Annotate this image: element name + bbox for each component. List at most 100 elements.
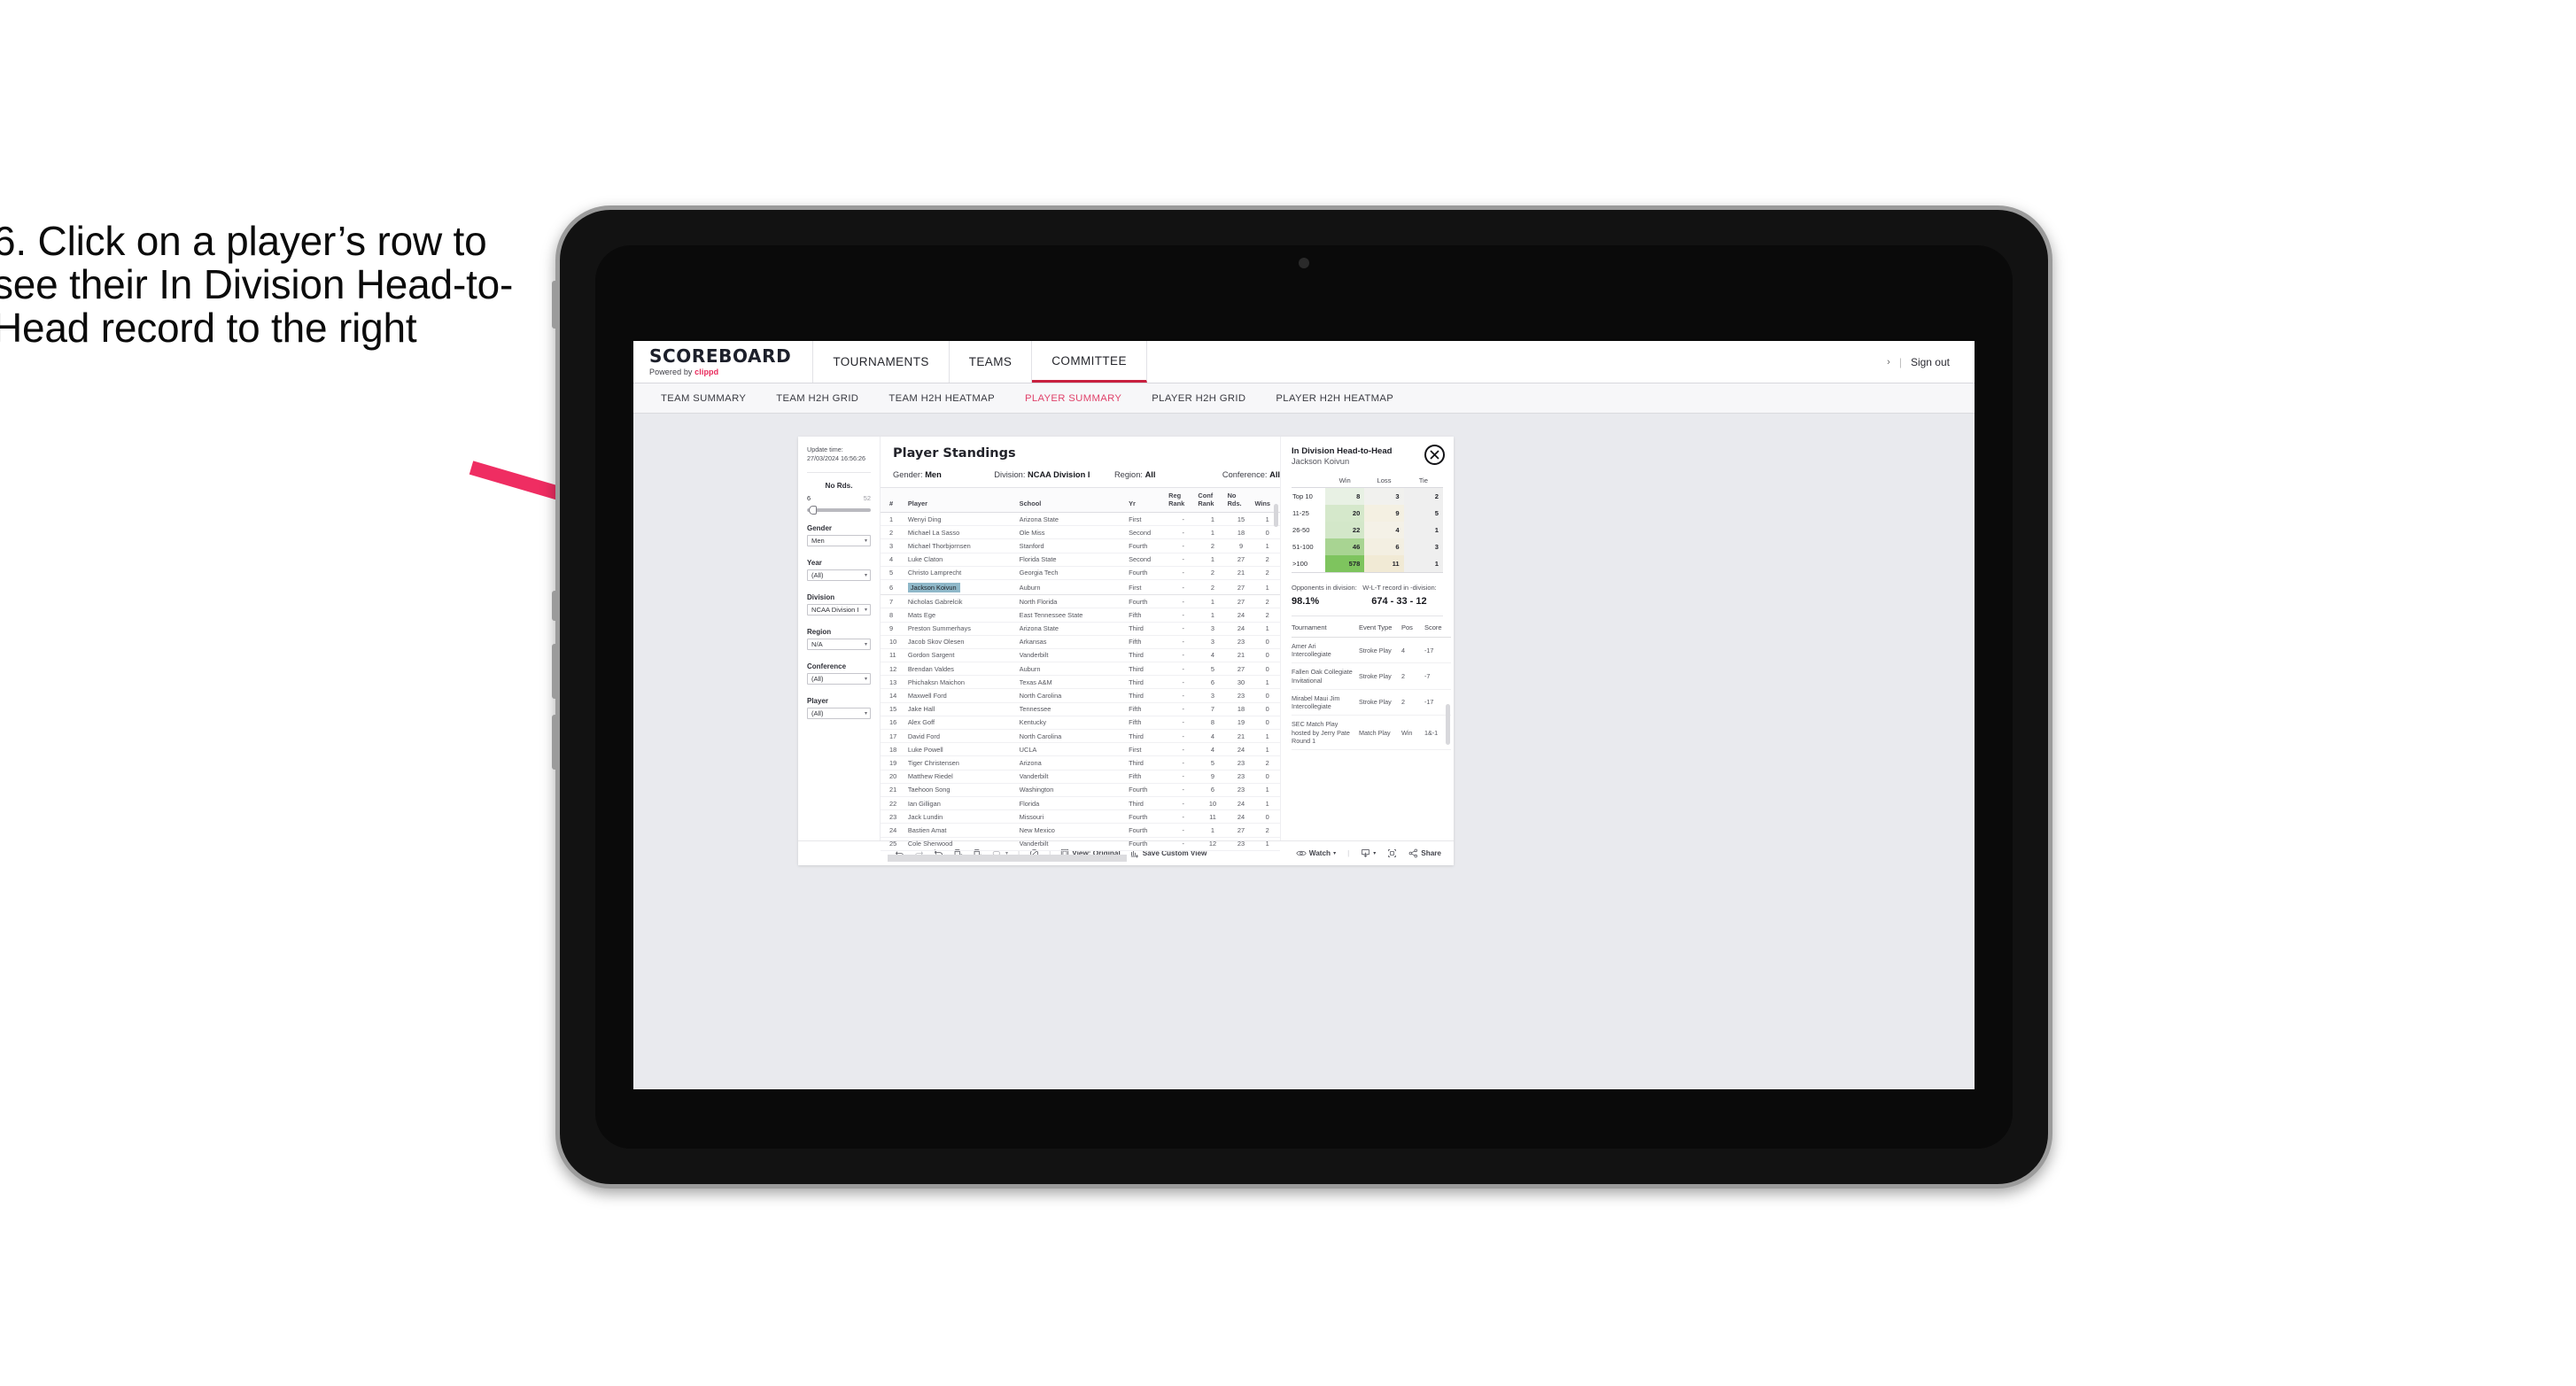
- stat-opponents-in-division: Opponents in division: 98.1%: [1292, 584, 1362, 607]
- table-row[interactable]: 13 Phichaksn Maichon Texas A&M Third -6 30 1: [881, 675, 1280, 690]
- table-row[interactable]: 23 Jack Lundin Missouri Fourth -11 24 0: [881, 809, 1280, 825]
- table-row[interactable]: 25 Cole Sherwood Vanderbilt Fourth -12 23 1: [881, 837, 1280, 851]
- table-row[interactable]: 6 Jackson Koivun Auburn First -2 27 1: [881, 579, 1280, 596]
- cell-conf-rank: 2: [1198, 579, 1228, 596]
- cell-rank: 23: [881, 809, 908, 825]
- table-row[interactable]: 4 Luke Claton Florida State Second -1 27 2: [881, 553, 1280, 567]
- tab-player-summary[interactable]: PLAYER SUMMARY: [1010, 393, 1137, 404]
- tcol-event-type[interactable]: Event Type: [1359, 618, 1401, 638]
- nav-tournaments[interactable]: TOURNAMENTS: [813, 341, 950, 383]
- tab-team-h2h-grid[interactable]: TEAM H2H GRID: [761, 393, 873, 404]
- tab-team-summary[interactable]: TEAM SUMMARY: [646, 393, 761, 404]
- cell-no-rds: 24: [1227, 809, 1255, 825]
- table-row[interactable]: 11 Gordon Sargent Vanderbilt Third -4 21 0: [881, 648, 1280, 663]
- tournament-row[interactable]: Fallen Oak Collegiate Invitational Stroke…: [1292, 662, 1451, 690]
- player-standings-table: # Player School Yr Reg Rank Conf Rank No…: [881, 488, 1280, 851]
- tcol-tournament[interactable]: Tournament: [1292, 618, 1359, 638]
- filter-division: Division NCAA Division I ▾: [807, 593, 871, 616]
- cell-yr: Fourth: [1129, 783, 1169, 797]
- table-row[interactable]: 17 David Ford North Carolina Third -4 21 1: [881, 729, 1280, 744]
- chevron-down-icon[interactable]: ▾: [1333, 850, 1336, 856]
- fullscreen-icon[interactable]: [1387, 848, 1397, 858]
- cell-school: Ole Miss: [1019, 525, 1129, 540]
- cell-school: Florida: [1019, 796, 1129, 811]
- filter-gender-label: Gender: [807, 524, 833, 533]
- h2h-cell-win: 20: [1325, 505, 1365, 522]
- tcol-score[interactable]: Score: [1424, 618, 1451, 638]
- horizontal-scrollbar[interactable]: [888, 854, 1127, 862]
- h2h-vertical-scrollbar[interactable]: [1446, 704, 1450, 745]
- table-row[interactable]: 8 Mats Ege East Tennessee State Fifth -1 24 2: [881, 608, 1280, 623]
- no-rds-slider[interactable]: [807, 506, 871, 515]
- table-row[interactable]: 20 Matthew Riedel Vanderbilt Fifth -9 23 0: [881, 770, 1280, 784]
- filter-player-select[interactable]: (All) ▾: [807, 708, 871, 720]
- col-conf-rank[interactable]: Conf Rank: [1198, 488, 1228, 513]
- filter-gender-select[interactable]: Men ▾: [807, 535, 871, 547]
- sign-out-link[interactable]: Sign out: [1911, 356, 1950, 368]
- table-row[interactable]: 12 Brendan Valdes Auburn Third -5 27 0: [881, 662, 1280, 677]
- table-row[interactable]: 14 Maxwell Ford North Carolina Third -3 23 0: [881, 688, 1280, 703]
- col-no-rds[interactable]: No Rds.: [1227, 488, 1255, 513]
- h2h-title: In Division Head-to-Head: [1292, 446, 1393, 456]
- table-row[interactable]: 15 Jake Hall Tennessee Fifth -7 18 0: [881, 702, 1280, 716]
- col-school[interactable]: School: [1019, 488, 1129, 513]
- tab-player-h2h-grid[interactable]: PLAYER H2H GRID: [1137, 393, 1261, 404]
- filter-region: Region N/A ▾: [807, 628, 871, 651]
- col-yr[interactable]: Yr: [1129, 488, 1169, 513]
- table-row[interactable]: 19 Tiger Christensen Arizona Third -5 23 2: [881, 755, 1280, 770]
- h2h-header-row: Win Loss Tie: [1292, 476, 1443, 488]
- download-icon[interactable]: ▾: [1361, 848, 1376, 858]
- cell-player: Matthew Riedel: [907, 770, 1020, 784]
- close-icon[interactable]: [1424, 445, 1445, 465]
- table-row[interactable]: 1 Wenyi Ding Arizona State First -1 15 1: [881, 512, 1280, 527]
- cell-player: Tiger Christensen: [907, 755, 1020, 770]
- tournament-row[interactable]: Mirabel Maui Jim Intercollegiate Stroke P…: [1292, 689, 1451, 716]
- watch-button[interactable]: Watch ▾: [1296, 848, 1336, 858]
- col-rank[interactable]: #: [881, 488, 908, 513]
- table-row[interactable]: 16 Alex Goff Kentucky Fifth -8 19 0: [881, 716, 1280, 731]
- tournament-row[interactable]: SEC Match Play hosted by Jerry Pate Roun…: [1292, 715, 1451, 750]
- filter-division-select[interactable]: NCAA Division I ▾: [807, 604, 871, 616]
- table-row[interactable]: 22 Ian Gilligan Florida Third -10 24 1: [881, 796, 1280, 811]
- table-row[interactable]: 5 Christo Lamprecht Georgia Tech Fourth -2 21…: [881, 566, 1280, 580]
- cell-player: Jackson Koivun: [907, 579, 1020, 596]
- cell-wins: 1: [1254, 796, 1280, 811]
- tablet-device: SCOREBOARD Powered by clippd TOURNAMENTS…: [552, 205, 2052, 1189]
- table-row[interactable]: 3 Michael Thorbjornsen Stanford Fourth -2 9 1: [881, 538, 1280, 554]
- filter-year-select[interactable]: (All) ▾: [807, 569, 871, 582]
- nav-teams[interactable]: TEAMS: [950, 341, 1033, 383]
- h2h-player-name: Jackson Koivun: [1292, 457, 1350, 466]
- nav-committee[interactable]: COMMITTEE: [1032, 341, 1147, 383]
- share-button[interactable]: Share: [1408, 848, 1441, 858]
- cell-reg-rank: -: [1168, 662, 1199, 677]
- vertical-scrollbar[interactable]: [1274, 504, 1278, 527]
- slider-handle[interactable]: [809, 506, 817, 515]
- cell-player: Luke Powell: [907, 742, 1020, 757]
- chevron-down-icon[interactable]: ▾: [1373, 850, 1376, 856]
- tcol-pos[interactable]: Pos: [1401, 618, 1424, 638]
- filter-region-select[interactable]: N/A ▾: [807, 639, 871, 651]
- table-row[interactable]: 7 Nicholas Gabrelcik North Florida Fourth -1…: [881, 594, 1280, 609]
- table-row[interactable]: 18 Luke Powell UCLA First -4 24 1: [881, 742, 1280, 757]
- cell-yr: Fifth: [1129, 716, 1169, 731]
- cell-reg-rank: -: [1168, 702, 1199, 716]
- cell-yr: Fourth: [1129, 566, 1169, 580]
- table-row[interactable]: 24 Bastien Amat New Mexico Fourth -1 27 2: [881, 823, 1280, 838]
- table-row[interactable]: 21 Taehoon Song Washington Fourth -6 23 1: [881, 783, 1280, 797]
- tab-team-h2h-heatmap[interactable]: TEAM H2H HEATMAP: [873, 393, 1010, 404]
- cell-conf-rank: 5: [1198, 755, 1228, 770]
- cell-school: UCLA: [1019, 742, 1129, 757]
- meta-gender-label: Gender:: [893, 470, 923, 479]
- col-player[interactable]: Player: [907, 488, 1020, 513]
- col-reg-rank[interactable]: Reg Rank: [1168, 488, 1199, 513]
- table-row[interactable]: 2 Michael La Sasso Ole Miss Second -1 18 0: [881, 525, 1280, 540]
- col-yr-label: Yr: [1129, 499, 1136, 507]
- tournament-row[interactable]: Amer Ari Intercollegiate Stroke Play 4 -17: [1292, 637, 1451, 664]
- cell-rank: 12: [881, 662, 908, 677]
- table-row[interactable]: 10 Jacob Skov Olesen Arkansas Fifth -3 23 0: [881, 635, 1280, 649]
- tab-player-h2h-heatmap[interactable]: PLAYER H2H HEATMAP: [1261, 393, 1408, 404]
- cell-player: David Ford: [907, 729, 1020, 744]
- chevron-right-icon[interactable]: ›: [1887, 357, 1890, 368]
- table-row[interactable]: 9 Preston Summerhays Arizona State Third -3 2…: [881, 622, 1280, 636]
- filter-conference-select[interactable]: (All) ▾: [807, 673, 871, 685]
